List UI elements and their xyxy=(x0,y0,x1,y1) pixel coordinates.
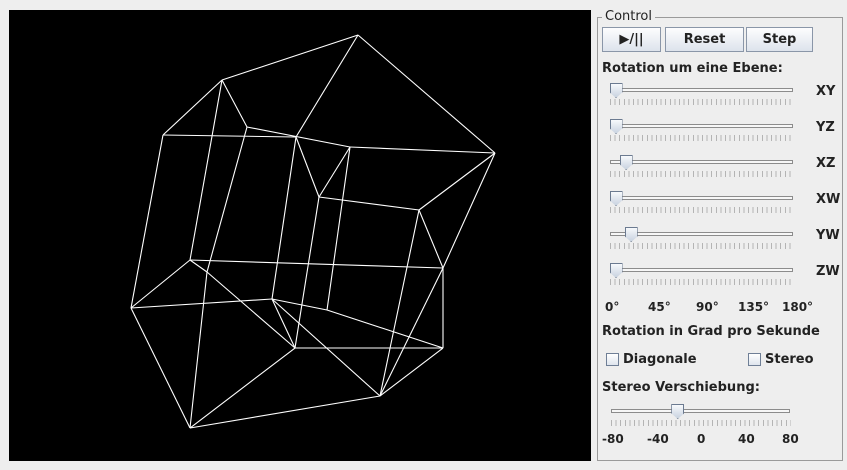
slider-label-yz: YZ xyxy=(816,120,835,135)
slider-track[interactable] xyxy=(610,124,793,128)
slider-ticks xyxy=(610,135,794,141)
rotation-scale-label: 135° xyxy=(738,300,770,314)
rotation-scale-label: 45° xyxy=(648,300,671,314)
slider-track[interactable] xyxy=(611,409,790,413)
step-button[interactable]: Step xyxy=(746,27,813,52)
slider-track[interactable] xyxy=(610,268,793,272)
tesseract-wireframe xyxy=(130,34,496,429)
control-panel-title: Control xyxy=(602,9,655,24)
stereo-scale-label: 0 xyxy=(697,432,706,446)
stereo-scale-label: 40 xyxy=(738,432,755,446)
slider-label-xz: XZ xyxy=(816,156,836,171)
slider-ticks xyxy=(611,420,791,426)
slider-ticks xyxy=(610,279,794,285)
rotation-unit-label: Rotation in Grad pro Sekunde xyxy=(602,324,820,339)
stereo-scale-label: 80 xyxy=(782,432,799,446)
slider-track[interactable] xyxy=(610,160,793,164)
slider-label-xw: XW xyxy=(816,192,841,207)
slider-label-xy: XY xyxy=(816,84,836,99)
stereo-scale-label: -80 xyxy=(602,432,624,446)
stereo-label[interactable]: Stereo xyxy=(765,352,814,367)
slider-track[interactable] xyxy=(610,88,793,92)
rotation-scale-label: 0° xyxy=(605,300,620,314)
rotation-scale-label: 180° xyxy=(782,300,814,314)
stereo-shift-heading: Stereo Verschiebung: xyxy=(602,380,760,395)
stereo-scale-label: -40 xyxy=(647,432,669,446)
diagonale-checkbox[interactable] xyxy=(606,353,619,366)
diagonale-label[interactable]: Diagonale xyxy=(623,352,697,367)
rotation-heading: Rotation um eine Ebene: xyxy=(602,61,783,76)
slider-ticks xyxy=(610,207,794,213)
tesseract-canvas xyxy=(9,10,591,461)
rotation-scale-label: 90° xyxy=(696,300,719,314)
slider-ticks xyxy=(610,99,794,105)
reset-button[interactable]: Reset xyxy=(665,27,744,52)
slider-ticks xyxy=(610,171,794,177)
stereo-checkbox[interactable] xyxy=(748,353,761,366)
slider-track[interactable] xyxy=(610,196,793,200)
play-pause-button[interactable]: ▶/|| xyxy=(602,27,661,52)
slider-ticks xyxy=(610,243,794,249)
slider-label-zw: ZW xyxy=(816,264,840,279)
slider-label-yw: YW xyxy=(816,228,840,243)
